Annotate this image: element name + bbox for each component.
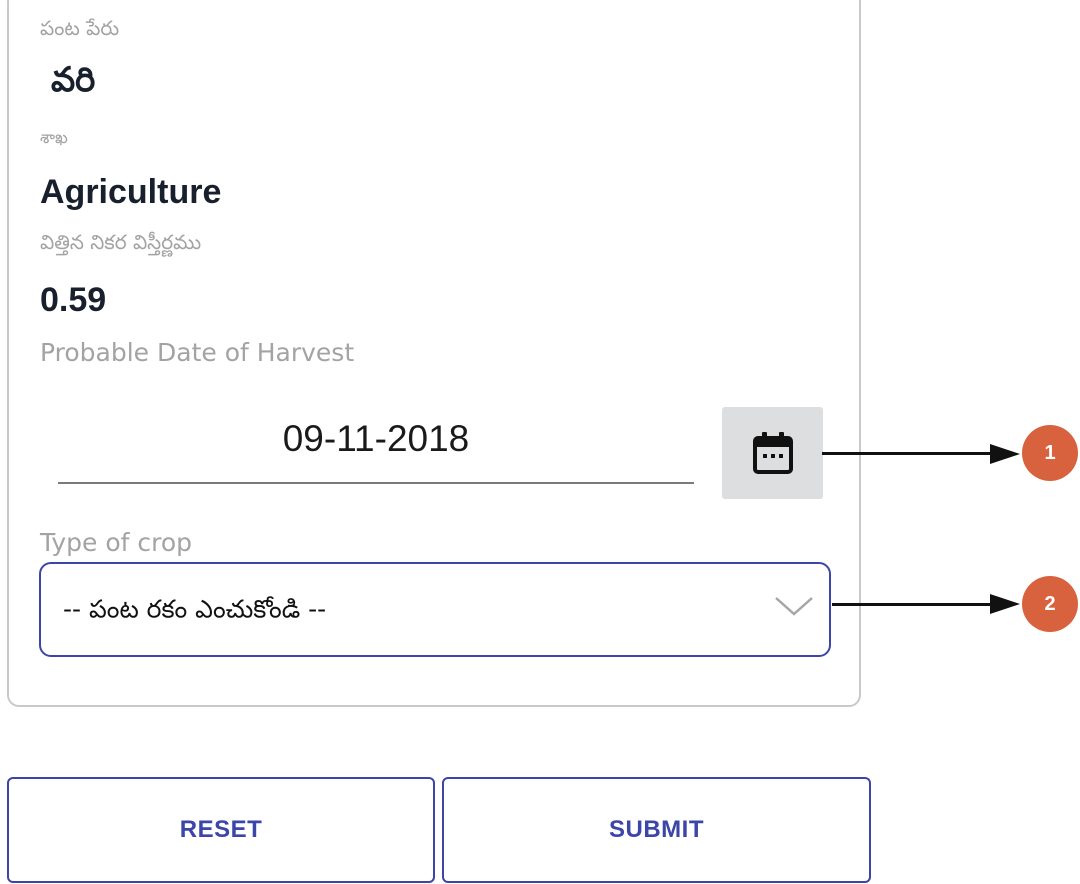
crop-type-label: Type of crop <box>40 528 193 557</box>
sown-area-value: 0.59 <box>40 281 107 319</box>
crop-type-select[interactable]: -- పంట రకం ఎంచుకోండి -- <box>39 562 831 657</box>
crop-type-selected-value: -- పంట రకం ఎంచుకోండి -- <box>63 594 327 624</box>
calendar-icon <box>752 432 793 474</box>
sown-area-label: విత్తిన నికర విస్తీర్ణము <box>40 230 202 254</box>
annotation-badge-2: 2 <box>1022 576 1078 632</box>
annotation-badge-1: 1 <box>1022 425 1078 481</box>
annotation-arrow-2 <box>832 603 994 606</box>
crop-name-value: వరి <box>51 60 96 100</box>
department-value: Agriculture <box>40 173 222 211</box>
harvest-date-label: Probable Date of Harvest <box>40 338 355 367</box>
reset-button[interactable]: RESET <box>7 777 435 883</box>
chevron-down-icon <box>775 597 813 616</box>
annotation-arrow-1 <box>822 452 994 455</box>
annotation-arrowhead-1 <box>990 444 1020 464</box>
crop-name-label: పంట పేరు <box>40 16 120 40</box>
calendar-button[interactable] <box>722 407 823 499</box>
submit-button[interactable]: SUBMIT <box>442 777 871 883</box>
harvest-date-input[interactable]: 09-11-2018 <box>58 418 694 460</box>
department-label: శాఖ <box>40 128 68 148</box>
annotation-arrowhead-2 <box>990 594 1020 614</box>
harvest-date-underline <box>58 482 694 484</box>
